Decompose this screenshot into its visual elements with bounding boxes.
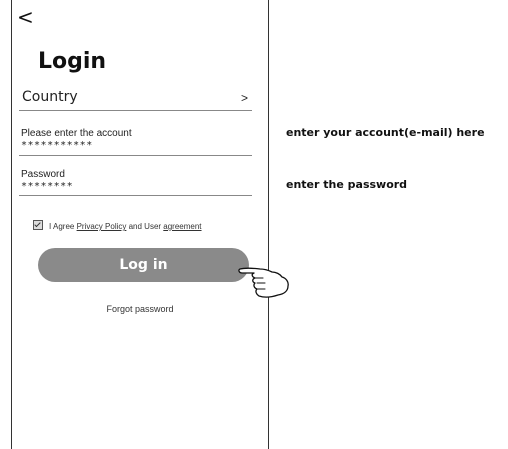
agree-prefix-text: I Agree xyxy=(49,222,77,231)
password-field-label: Password xyxy=(21,169,65,180)
agree-middle-text: and User xyxy=(126,222,164,231)
country-selector[interactable]: Country > xyxy=(19,88,252,111)
password-field[interactable]: Password ******** xyxy=(19,166,252,196)
phone-screen: < Login Country > Please enter the accou… xyxy=(11,0,269,449)
page: < Login Country > Please enter the accou… xyxy=(0,0,508,449)
user-agreement-link[interactable]: agreement xyxy=(163,222,201,231)
back-button[interactable]: < xyxy=(17,7,34,27)
account-field[interactable]: Please enter the account *********** xyxy=(19,128,252,156)
password-annotation: enter the password xyxy=(286,178,408,191)
page-title: Login xyxy=(38,49,107,74)
forgot-password-link[interactable]: Forgot password xyxy=(12,304,268,314)
pointing-hand-icon xyxy=(238,267,289,298)
login-button[interactable]: Log in xyxy=(38,248,249,282)
account-field-label: Please enter the account xyxy=(21,128,132,139)
country-label: Country xyxy=(22,89,78,105)
agreement-row: I Agree Privacy Policy and User agreemen… xyxy=(33,220,202,231)
chevron-right-icon: > xyxy=(240,91,248,105)
agree-checkbox[interactable] xyxy=(33,220,43,230)
account-annotation: enter your account(e-mail) here xyxy=(286,126,485,139)
account-field-value[interactable]: *********** xyxy=(21,140,93,151)
password-field-value[interactable]: ******** xyxy=(21,181,73,192)
privacy-policy-link[interactable]: Privacy Policy xyxy=(77,222,127,231)
